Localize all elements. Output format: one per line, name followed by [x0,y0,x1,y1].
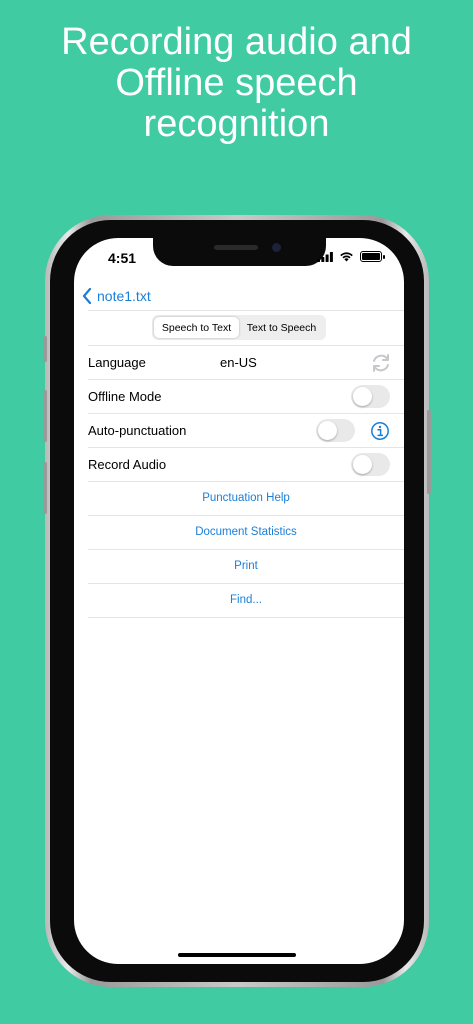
phone-screen: 4:51 note1.txt Speech to Text Text to Sp… [74,238,404,964]
auto-punctuation-label: Auto-punctuation [88,423,187,438]
punctuation-help-button[interactable]: Punctuation Help [88,482,404,516]
silent-switch [43,336,47,362]
refresh-icon[interactable] [370,352,392,374]
volume-down-button [43,462,47,514]
document-statistics-button[interactable]: Document Statistics [88,516,404,550]
toggle-knob [353,387,372,406]
back-button-label: note1.txt [97,288,151,304]
record-audio-toggle[interactable] [351,453,390,476]
wifi-icon [340,252,353,262]
toggle-knob [353,455,372,474]
navigation-bar: note1.txt [74,282,404,310]
auto-punctuation-toggle[interactable] [316,419,355,442]
earpiece-speaker [214,245,258,250]
info-icon[interactable] [370,421,390,441]
mode-segmented-control: Speech to Text Text to Speech [152,315,326,340]
offline-mode-label: Offline Mode [88,389,162,404]
record-audio-row: Record Audio [88,448,404,482]
home-indicator[interactable] [178,953,296,957]
status-icons [317,251,385,262]
toggle-knob [318,421,337,440]
language-label: Language [88,355,146,370]
front-camera [272,243,281,252]
back-button[interactable]: note1.txt [82,282,151,310]
offline-mode-toggle[interactable] [351,385,390,408]
notch [153,238,326,266]
power-button [427,410,431,494]
promo-headline: Recording audio and Offline speech recog… [0,22,473,145]
battery-icon [360,251,385,262]
nav-divider [88,310,404,311]
auto-punctuation-row: Auto-punctuation [88,414,404,448]
volume-up-button [43,390,47,442]
offline-mode-row: Offline Mode [88,380,404,414]
language-row[interactable]: Language en-US [88,346,404,380]
print-button[interactable]: Print [88,550,404,584]
segment-text-to-speech[interactable]: Text to Speech [239,317,324,338]
headline-line-2: Offline speech [115,62,358,104]
segment-speech-to-text[interactable]: Speech to Text [154,317,239,338]
find-button[interactable]: Find... [88,584,404,618]
signal-icon [317,251,333,262]
status-time: 4:51 [108,250,137,266]
record-audio-label: Record Audio [88,457,167,472]
headline-line-3: recognition [143,103,330,145]
chevron-left-icon [82,288,92,304]
headline-line-1: Recording audio and [61,21,412,63]
language-value: en-US [220,355,257,370]
